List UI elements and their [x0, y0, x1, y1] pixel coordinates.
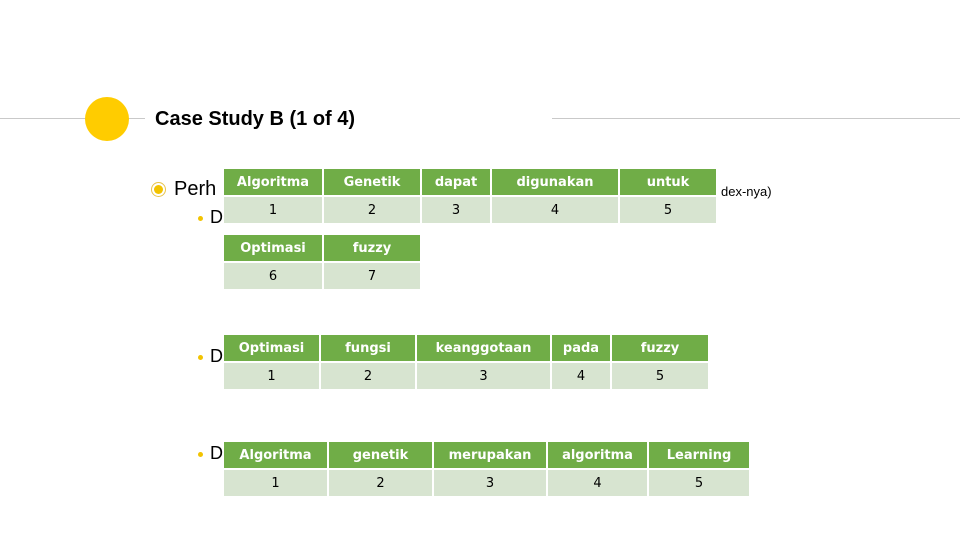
word-cell: algoritma	[548, 442, 647, 468]
index-cell: 2	[321, 363, 415, 389]
word-cell: fuzzy	[612, 335, 708, 361]
index-cell: 3	[417, 363, 550, 389]
word-cell: fungsi	[321, 335, 415, 361]
word-cell: keanggotaan	[417, 335, 550, 361]
index-cell: 2	[329, 470, 432, 496]
word-row: Algoritma Genetik dapat digunakan untuk	[224, 169, 716, 195]
index-row: 6 7	[224, 263, 420, 289]
word-index-table-4: Algoritma genetik merupakan algoritma Le…	[222, 440, 751, 498]
slide-title: Case Study B (1 of 4)	[155, 108, 356, 130]
word-cell: pada	[552, 335, 610, 361]
word-cell: Optimasi	[224, 235, 322, 261]
index-cell: 4	[492, 197, 618, 223]
word-cell: fuzzy	[324, 235, 420, 261]
index-cell: 1	[224, 363, 319, 389]
index-cell: 1	[224, 197, 322, 223]
word-cell: Optimasi	[224, 335, 319, 361]
word-index-table-3: Optimasi fungsi keanggotaan pada fuzzy 1…	[222, 333, 710, 391]
index-cell: 4	[548, 470, 647, 496]
word-cell: Genetik	[324, 169, 420, 195]
index-row: 1 2 3 4 5	[224, 470, 749, 496]
sub-bullet-icon	[198, 216, 203, 221]
index-cell: 7	[324, 263, 420, 289]
word-cell: dapat	[422, 169, 490, 195]
index-cell: 1	[224, 470, 327, 496]
word-cell: digunakan	[492, 169, 618, 195]
word-index-table-1: Algoritma Genetik dapat digunakan untuk …	[222, 167, 718, 225]
index-cell: 5	[649, 470, 749, 496]
index-cell: 5	[612, 363, 708, 389]
sub-bullet-icon	[198, 452, 203, 457]
word-cell: merupakan	[434, 442, 546, 468]
word-cell: Learning	[649, 442, 749, 468]
index-cell: 2	[324, 197, 420, 223]
sub-bullet-icon	[198, 355, 203, 360]
index-cell: 6	[224, 263, 322, 289]
index-cell: 3	[422, 197, 490, 223]
word-cell: Algoritma	[224, 169, 322, 195]
index-row: 1 2 3 4 5	[224, 363, 708, 389]
index-cell: 3	[434, 470, 546, 496]
word-row: Algoritma genetik merupakan algoritma Le…	[224, 442, 749, 468]
bullet-icon	[154, 185, 163, 194]
word-row: Optimasi fungsi keanggotaan pada fuzzy	[224, 335, 708, 361]
word-cell: Algoritma	[224, 442, 327, 468]
header-rule-right	[552, 118, 960, 119]
accent-circle-icon	[85, 97, 129, 141]
index-cell: 5	[620, 197, 716, 223]
bullet-text-suffix: dex-nya)	[721, 184, 772, 199]
word-cell: untuk	[620, 169, 716, 195]
bullet-text-level1: Perh	[174, 178, 217, 200]
word-index-table-2: Optimasi fuzzy 6 7	[222, 233, 422, 291]
word-cell: genetik	[329, 442, 432, 468]
index-row: 1 2 3 4 5	[224, 197, 716, 223]
index-cell: 4	[552, 363, 610, 389]
word-row: Optimasi fuzzy	[224, 235, 420, 261]
